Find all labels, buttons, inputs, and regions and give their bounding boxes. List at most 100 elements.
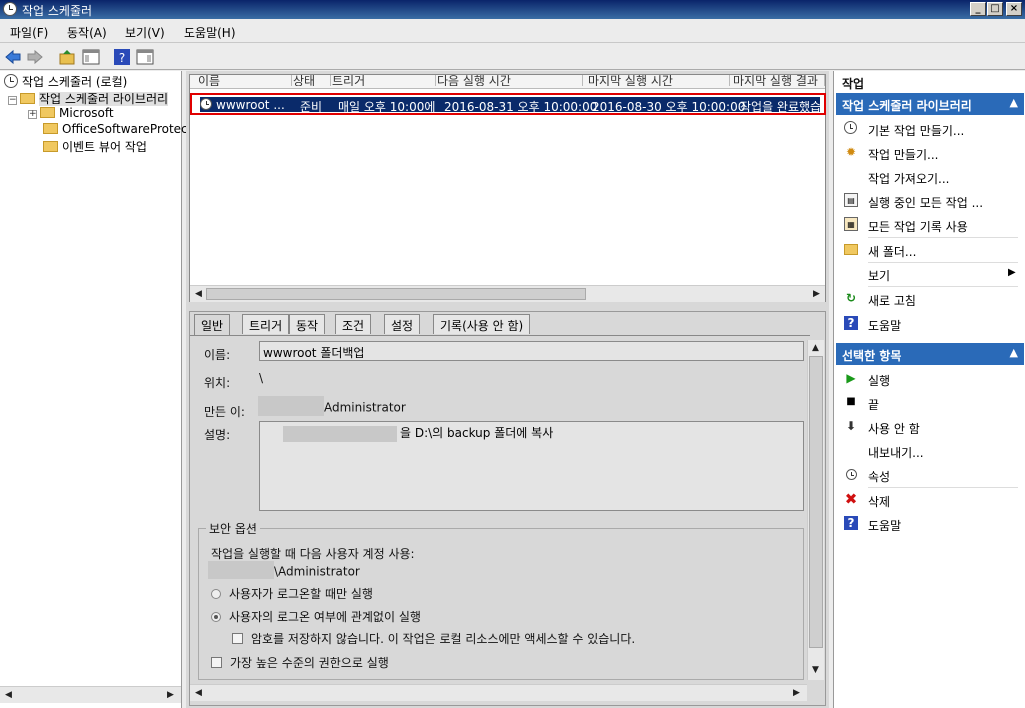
scroll-left-icon[interactable]: ◀ xyxy=(192,687,205,699)
tab-general[interactable]: 일반 xyxy=(194,314,231,336)
show-hide-console-tree-icon[interactable] xyxy=(82,48,100,66)
action-new-folder[interactable]: 새 폴더... xyxy=(836,238,1022,262)
detail-horizontal-scrollbar[interactable]: ◀ ▶ xyxy=(190,684,807,701)
detail-vertical-scrollbar[interactable]: ▲ ▼ xyxy=(807,340,824,680)
menu-help[interactable]: 도움말(H) xyxy=(184,24,236,41)
scroll-up-icon[interactable]: ▲ xyxy=(809,342,822,354)
tree-item-officesoftwareprotect[interactable]: OfficeSoftwareProtec xyxy=(43,122,188,138)
action-enable-all-history[interactable]: ▦ 모든 작업 기록 사용 xyxy=(836,213,1022,237)
action-delete[interactable]: ✖ 삭제 xyxy=(836,488,1022,512)
radio-run-whether-logged-on[interactable]: 사용자의 로그온 여부에 관계없이 실행 xyxy=(211,608,421,625)
maximize-button[interactable]: □ xyxy=(987,2,1003,16)
window-title: 작업 스케줄러 xyxy=(22,4,93,18)
action-run[interactable]: ▶ 실행 xyxy=(836,367,1022,391)
account-field: \Administrator xyxy=(208,561,360,579)
tree-library[interactable]: − 작업 스케줄러 라이브러리 xyxy=(8,90,169,106)
expand-icon[interactable]: + xyxy=(28,110,37,119)
scroll-down-icon[interactable]: ▼ xyxy=(809,664,822,676)
close-button[interactable]: × xyxy=(1006,2,1022,16)
up-folder-icon[interactable] xyxy=(58,48,76,66)
column-header-last-result[interactable]: 마지막 실행 결과 xyxy=(733,75,825,86)
scroll-right-icon[interactable]: ▶ xyxy=(164,689,177,701)
radio-logon-only[interactable]: 사용자가 로그온할 때만 실행 xyxy=(211,585,373,602)
show-hide-action-pane-icon[interactable] xyxy=(136,48,154,66)
scroll-thumb[interactable] xyxy=(206,288,586,300)
action-view[interactable]: 보기 ▶ xyxy=(836,262,1022,286)
scroll-right-icon[interactable]: ▶ xyxy=(790,687,803,699)
task-name-field[interactable]: wwwroot 폴더백업 xyxy=(259,341,804,361)
task-next-run-cell: 2016-08-31 오후 10:00:00 xyxy=(444,100,598,112)
action-export[interactable]: 내보내기... xyxy=(836,439,1022,463)
task-list: 이름 상태 트리거 다음 실행 시간 마지막 실행 시간 마지막 실행 결과 w… xyxy=(189,74,826,302)
section-header-library[interactable]: 작업 스케줄러 라이브러리 ▲ xyxy=(836,93,1024,115)
tab-triggers[interactable]: 트리거 xyxy=(242,314,290,334)
action-label: 도움말 xyxy=(868,519,902,533)
tab-actions[interactable]: 동작 xyxy=(289,314,326,334)
task-status-cell: 준비 xyxy=(300,100,323,112)
action-label: 새로 고침 xyxy=(868,294,916,308)
column-header-next-run[interactable]: 다음 실행 시간 xyxy=(437,75,583,86)
tab-history[interactable]: 기록(사용 안 함) xyxy=(433,314,531,334)
checkbox-do-not-store-password[interactable]: 암호를 저장하지 않습니다. 이 작업은 로컬 리소스에만 액세스할 수 있습니… xyxy=(232,630,635,647)
scroll-right-icon[interactable]: ▶ xyxy=(810,288,823,300)
new-folder-icon xyxy=(844,244,858,255)
table-row[interactable]: wwwroot ... 준비 매일 오후 10:00에 2016-08-31 오… xyxy=(200,97,820,112)
checkbox-do-not-store-label: 암호를 저장하지 않습니다. 이 작업은 로컬 리소스에만 액세스할 수 있습니… xyxy=(251,632,636,646)
task-last-run-cell: 2016-08-30 오후 10:00:00 xyxy=(592,100,746,112)
tab-conditions[interactable]: 조건 xyxy=(335,314,372,334)
forward-arrow-icon[interactable] xyxy=(26,48,44,66)
column-header-status[interactable]: 상태 xyxy=(293,75,331,86)
help-icon[interactable]: ? xyxy=(113,48,131,66)
location-value: \ xyxy=(259,371,264,385)
scroll-left-icon[interactable]: ◀ xyxy=(192,288,205,300)
action-create-task[interactable]: ✹ 작업 만들기... xyxy=(836,141,1022,165)
scroll-thumb[interactable] xyxy=(809,356,823,648)
action-label: 모든 작업 기록 사용 xyxy=(868,220,968,234)
column-header-name[interactable]: 이름 xyxy=(198,75,292,86)
collapse-caret-icon[interactable]: ▲ xyxy=(1010,346,1018,359)
create-task-icon: ✹ xyxy=(845,145,857,159)
action-label: 실행 중인 모든 작업 ... xyxy=(868,196,984,210)
properties-icon xyxy=(846,469,857,480)
tree-horizontal-scrollbar[interactable]: ◀ ▶ xyxy=(0,686,181,703)
menu-view[interactable]: 보기(V) xyxy=(125,24,165,41)
action-disable[interactable]: ⬇ 사용 안 함 xyxy=(836,415,1022,439)
action-properties[interactable]: 속성 xyxy=(836,463,1022,487)
action-display-running-tasks[interactable]: ▤ 실행 중인 모든 작업 ... xyxy=(836,189,1022,213)
section-header-selected-item[interactable]: 선택한 항목 ▲ xyxy=(836,343,1024,365)
task-list-header: 이름 상태 트리거 다음 실행 시간 마지막 실행 시간 마지막 실행 결과 xyxy=(190,75,825,89)
clock-icon xyxy=(3,2,17,16)
scroll-left-icon[interactable]: ◀ xyxy=(2,689,15,701)
tree-item-event-viewer[interactable]: 이벤트 뷰어 작업 xyxy=(43,138,147,154)
list-horizontal-scrollbar[interactable]: ◀ ▶ xyxy=(190,285,825,302)
collapse-caret-icon[interactable]: ▲ xyxy=(1010,96,1018,109)
author-field: Administrator xyxy=(258,396,406,416)
checkbox-highest-privileges[interactable]: 가장 높은 수준의 권한으로 실행 xyxy=(211,654,389,671)
column-header-last-run[interactable]: 마지막 실행 시간 xyxy=(588,75,730,86)
checkbox[interactable] xyxy=(232,633,243,644)
action-import-task[interactable]: 작업 가져오기... xyxy=(836,165,1022,189)
menu-action[interactable]: 동작(A) xyxy=(67,24,107,41)
tree-root[interactable]: 작업 스케줄러 (로컬) xyxy=(4,73,127,89)
tree-item-microsoft[interactable]: + Microsoft xyxy=(28,106,114,122)
description-field[interactable]: 을 D:\의 backup 폴더에 복사 xyxy=(259,421,804,511)
action-label: 끝 xyxy=(868,398,880,412)
tab-settings[interactable]: 설정 xyxy=(384,314,421,334)
action-label: 보기 xyxy=(868,269,891,283)
menu-file[interactable]: 파일(F) xyxy=(10,24,48,41)
action-help[interactable]: ? 도움말 xyxy=(836,312,1022,336)
minimize-button[interactable]: _ xyxy=(970,2,986,16)
collapse-icon[interactable]: − xyxy=(8,96,17,105)
help-icon: ? xyxy=(844,316,858,330)
radio-button[interactable] xyxy=(211,589,221,599)
action-help-selected[interactable]: ? 도움말 xyxy=(836,512,1022,536)
radio-button[interactable] xyxy=(211,612,221,622)
back-arrow-icon[interactable] xyxy=(4,48,22,66)
action-end[interactable]: ■ 끝 xyxy=(836,391,1022,415)
checkbox[interactable] xyxy=(211,657,222,668)
action-create-basic-task[interactable]: 기본 작업 만들기... xyxy=(836,117,1022,141)
tree-item-label: OfficeSoftwareProtec xyxy=(62,122,188,136)
action-refresh[interactable]: ↻ 새로 고침 xyxy=(836,287,1022,311)
section-header-library-label: 작업 스케줄러 라이브러리 xyxy=(842,99,972,113)
column-header-trigger[interactable]: 트리거 xyxy=(332,75,436,86)
